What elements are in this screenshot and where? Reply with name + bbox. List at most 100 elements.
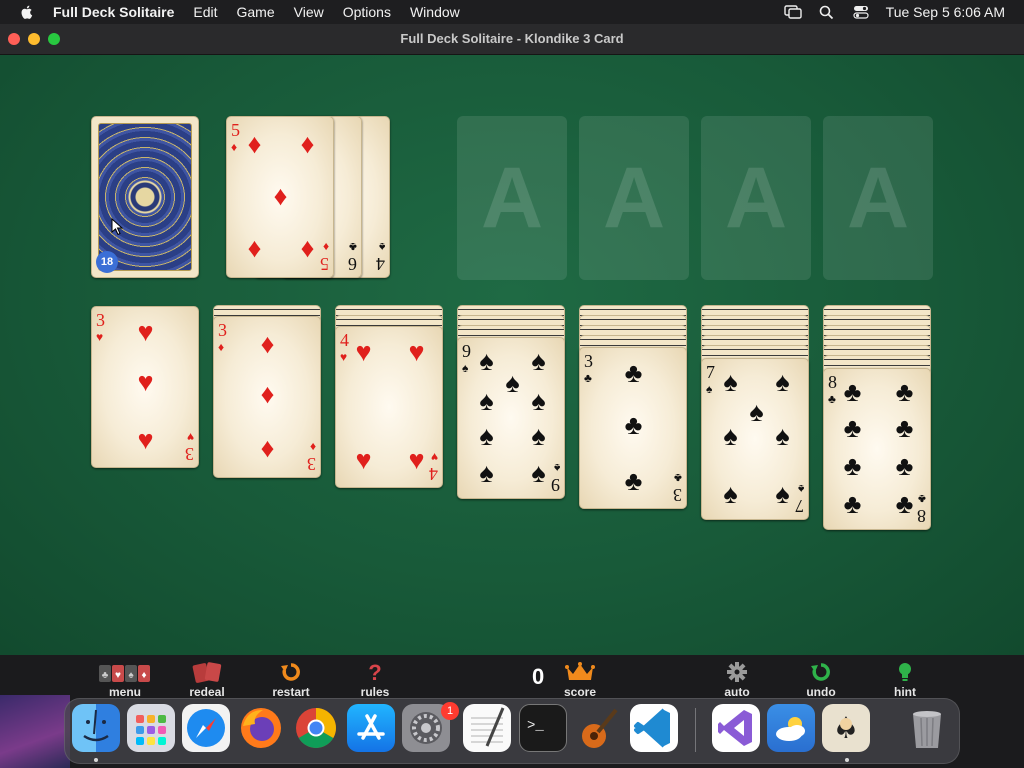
tableau-4-card-9-spades[interactable]: 9 ♠ ♠ ♠ ♠ ♠ ♠ ♠ ♠ ♠ ♠ 9 ♠: [457, 337, 565, 499]
visual-studio-icon[interactable]: [712, 704, 760, 752]
app-store-icon[interactable]: [347, 704, 395, 752]
foundation-placeholder-label: A: [724, 149, 788, 246]
control-center-icon[interactable]: [852, 4, 870, 20]
hint-button[interactable]: hint: [870, 659, 940, 699]
stock-count-badge: 18: [96, 251, 118, 273]
waste-top-card-5-diamonds[interactable]: 5 ♦ ♦ ♦ ♦ ♦ ♦ 5 ♦: [226, 116, 334, 278]
trash-icon[interactable]: [903, 704, 951, 752]
card-pip: ♣: [843, 451, 862, 481]
tableau-7-card-8-clubs[interactable]: 8 ♣ ♣ ♣ ♣ ♣ ♣ ♣ ♣ ♣ 8 ♣: [823, 368, 931, 530]
menu-view[interactable]: View: [294, 4, 324, 20]
menu-button[interactable]: ♣ ♥ ♠ ♦ menu: [90, 659, 160, 699]
foundation-slot-2[interactable]: A: [579, 116, 689, 280]
card-suit: ♠: [462, 361, 469, 375]
launchpad-icon[interactable]: [127, 704, 175, 752]
menu-edit[interactable]: Edit: [193, 4, 217, 20]
garageband-icon[interactable]: [574, 704, 622, 752]
full-deck-solitaire-icon[interactable]: ♠: [822, 704, 870, 752]
card-pip: ♠: [479, 346, 494, 376]
desktop-corner: [958, 695, 1024, 768]
card-pip: ♠: [505, 368, 520, 398]
card-pip: ♦: [300, 233, 315, 263]
auto-button[interactable]: auto: [702, 659, 772, 699]
foundation-placeholder-label: A: [480, 149, 544, 246]
score-label: score: [563, 685, 597, 699]
tableau-5-card-3-clubs[interactable]: 3 ♣ ♣ ♣ ♣ 3 ♣: [579, 347, 687, 509]
card-rank: 5: [320, 254, 329, 274]
foundation-slot-3[interactable]: A: [701, 116, 811, 280]
card-suit: ♠: [797, 482, 804, 496]
foundation-slot-4[interactable]: A: [823, 116, 933, 280]
screen-mirroring-icon[interactable]: [783, 4, 802, 20]
restart-arrow-icon: [256, 659, 326, 683]
card-pip: ♠: [479, 458, 494, 488]
window-title-bar: Full Deck Solitaire - Klondike 3 Card: [0, 24, 1024, 55]
safari-icon[interactable]: [182, 704, 230, 752]
menu-button-label: menu: [108, 685, 141, 699]
lightbulb-icon: [870, 659, 940, 683]
redeal-button[interactable]: redeal: [172, 659, 242, 699]
card-pip: ♠: [775, 479, 790, 509]
card-pip: ♣: [843, 377, 862, 407]
app-menu[interactable]: Full Deck Solitaire: [53, 4, 174, 20]
card-pip: ♠: [531, 421, 546, 451]
stock-pile[interactable]: 18: [91, 116, 199, 278]
question-mark-icon: ?: [340, 659, 410, 683]
undo-button[interactable]: undo: [786, 659, 856, 699]
card-pip: ♠: [723, 421, 738, 451]
terminal-icon[interactable]: >_: [519, 704, 567, 752]
apple-menu-icon[interactable]: [19, 4, 35, 20]
svg-text:?: ?: [368, 661, 381, 683]
tableau-6-card-7-spades[interactable]: 7 ♠ ♠ ♠ ♠ ♠ ♠ ♠ ♠ 7 ♠: [701, 358, 809, 520]
card-pip: ♦: [260, 329, 275, 359]
gear-icon: [702, 659, 772, 683]
window-title: Full Deck Solitaire - Klondike 3 Card: [400, 31, 624, 46]
chrome-icon[interactable]: [292, 704, 340, 752]
score-display: score: [545, 659, 615, 699]
card-suit: ♣: [918, 492, 926, 506]
weather-icon[interactable]: [767, 704, 815, 752]
menu-game[interactable]: Game: [237, 4, 275, 20]
search-icon[interactable]: [818, 4, 836, 20]
card-rank: 9: [551, 475, 560, 495]
undo-arrow-icon: [786, 659, 856, 683]
card-pip: ♦: [300, 129, 315, 159]
menu-options[interactable]: Options: [343, 4, 391, 20]
card-pip: ♥: [355, 445, 372, 475]
rules-button[interactable]: ? rules: [340, 659, 410, 699]
textedit-icon[interactable]: [463, 704, 511, 752]
card-suit: ♠: [378, 240, 385, 254]
crown-icon: [545, 659, 615, 683]
undo-button-label: undo: [806, 685, 836, 699]
menu-bar-clock[interactable]: Tue Sep 5 6:06 AM: [886, 4, 1005, 20]
card-rank: 4: [376, 254, 385, 274]
restart-button[interactable]: restart: [256, 659, 326, 699]
card-pip: ♠: [531, 346, 546, 376]
card-pip: ♥: [137, 317, 154, 347]
card-pip: ♠: [723, 479, 738, 509]
card-suit: ♦: [218, 340, 225, 354]
card-pip: ♥: [137, 425, 154, 455]
firefox-icon[interactable]: [237, 704, 285, 752]
card-rank: 8: [917, 506, 926, 526]
score-value: 0: [532, 664, 545, 689]
foundation-placeholder-label: A: [846, 149, 910, 246]
visual-studio-code-icon[interactable]: [630, 704, 678, 752]
tableau-3-card-4-hearts[interactable]: 4 ♥ ♥ ♥ ♥ ♥ 4 ♥: [335, 326, 443, 488]
foundation-slot-1[interactable]: A: [457, 116, 567, 280]
svg-text:♦: ♦: [141, 670, 146, 681]
card-rank: 5: [231, 120, 240, 140]
card-rank: 3: [96, 310, 105, 330]
card-pip: ♥: [137, 367, 154, 397]
mouse-cursor-icon: [111, 218, 123, 236]
rules-button-label: rules: [360, 685, 390, 699]
card-suit: ♦: [231, 140, 238, 154]
card-pip: ♠: [531, 386, 546, 416]
tableau-2-card-3-diamonds[interactable]: 3 ♦ ♦ ♦ ♦ 3 ♦: [213, 316, 321, 478]
tableau-1-card-3-hearts[interactable]: 3 ♥ ♥ ♥ ♥ 3 ♥: [91, 306, 199, 468]
desktop-wallpaper: [0, 695, 70, 768]
card-pip: ♥: [408, 445, 425, 475]
finder-icon[interactable]: [72, 704, 120, 752]
card-suit: ♥: [186, 430, 194, 444]
menu-window[interactable]: Window: [410, 4, 460, 20]
